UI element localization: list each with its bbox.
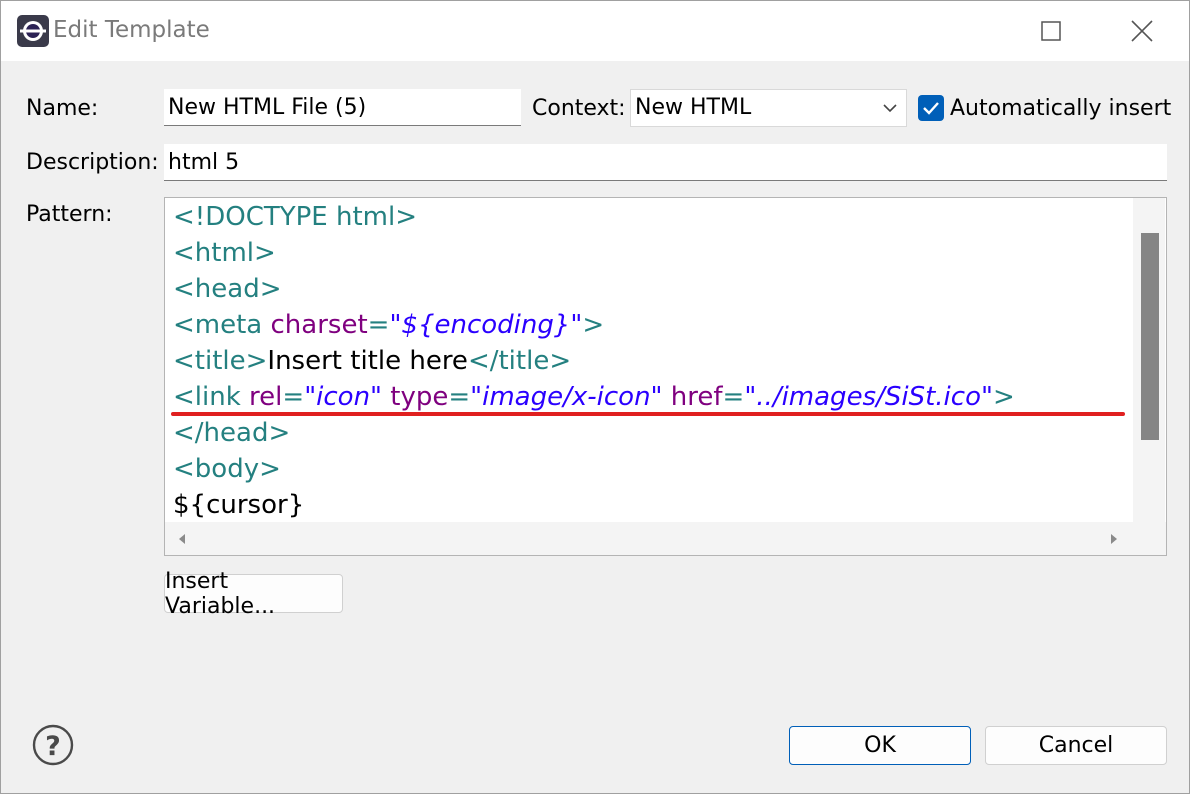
code-token: Insert title here [267,346,468,376]
code-token: </title> [467,346,572,376]
description-label: Description: [26,150,159,175]
auto-insert-checkbox[interactable] [918,95,944,121]
code-token: rel [249,382,283,412]
title-bar: Edit Template [1,1,1189,61]
context-select[interactable]: New HTML [630,89,907,127]
edit-template-dialog: Edit Template Name: Context: New HTML Au… [0,0,1190,794]
cancel-button[interactable]: Cancel [985,726,1167,765]
code-token: ${cursor} [173,490,305,520]
pattern-code[interactable]: <!DOCTYPE html> <html> <head> <meta charset… [173,198,1015,522]
pattern-line[interactable]: <meta charset="${encoding}"> [173,306,1015,342]
insert-variable-button[interactable]: Insert Variable... [164,569,343,619]
code-token: = [282,382,305,412]
checkmark-icon [923,102,939,115]
code-token: <meta [173,310,271,340]
pattern-line[interactable]: <link rel="icon" type="image/x-icon" hre… [173,378,1015,414]
code-token: "../images/SiSt.ico" [744,382,993,412]
code-token: "image/x-icon" [470,382,663,412]
description-input[interactable] [164,144,1167,181]
pattern-line[interactable]: <head> [173,270,1015,306]
close-button[interactable] [1119,11,1165,51]
code-token: <html> [173,238,276,268]
code-token: type [390,382,449,412]
pattern-line[interactable]: <title>Insert title here</title> [173,342,1015,378]
code-token: </head> [173,418,291,448]
scroll-right-icon[interactable] [1109,533,1119,545]
code-token: "${encoding}" [389,310,583,340]
code-token: = [367,310,390,340]
maximize-button[interactable] [1028,11,1074,51]
code-token: charset [270,310,368,340]
code-token: <body> [173,454,281,484]
name-label: Name: [26,96,99,121]
code-token: > [582,310,605,340]
code-token: <head> [173,274,282,304]
help-icon[interactable]: ? [32,724,74,766]
window-title: Edit Template [53,17,210,43]
code-token: <title> [173,346,268,376]
code-token: "icon" [304,382,383,412]
auto-insert-label: Automatically insert [950,96,1172,121]
pattern-line[interactable]: <html> [173,234,1015,270]
highlight-underline [171,412,1125,416]
context-label: Context: [532,96,626,121]
pattern-editor[interactable]: <!DOCTYPE html> <html> <head> <meta charset… [164,197,1167,556]
pattern-line[interactable]: <!DOCTYPE html> [173,198,1015,234]
context-value: New HTML [635,95,752,120]
name-input[interactable] [164,89,521,126]
code-token: = [448,382,471,412]
ok-button[interactable]: OK [789,726,971,765]
eclipse-icon [17,15,49,47]
pattern-line[interactable]: <body> [173,450,1015,486]
maximize-icon [1041,21,1061,41]
vertical-scrollbar[interactable] [1133,198,1165,522]
code-token: href [670,382,723,412]
close-icon [1131,20,1153,42]
chevron-down-icon [883,104,897,113]
code-token: = [722,382,745,412]
svg-text:?: ? [45,731,61,762]
horizontal-scrollbar[interactable] [165,522,1166,555]
pattern-label: Pattern: [26,202,113,227]
pattern-line[interactable]: </head> [173,414,1015,450]
vertical-scroll-thumb[interactable] [1141,233,1159,440]
code-token: > [992,382,1015,412]
code-token: <!DOCTYPE html> [173,202,417,232]
code-token: <link [173,382,250,412]
scroll-left-icon[interactable] [177,533,187,545]
pattern-line[interactable]: ${cursor} [173,486,1015,522]
